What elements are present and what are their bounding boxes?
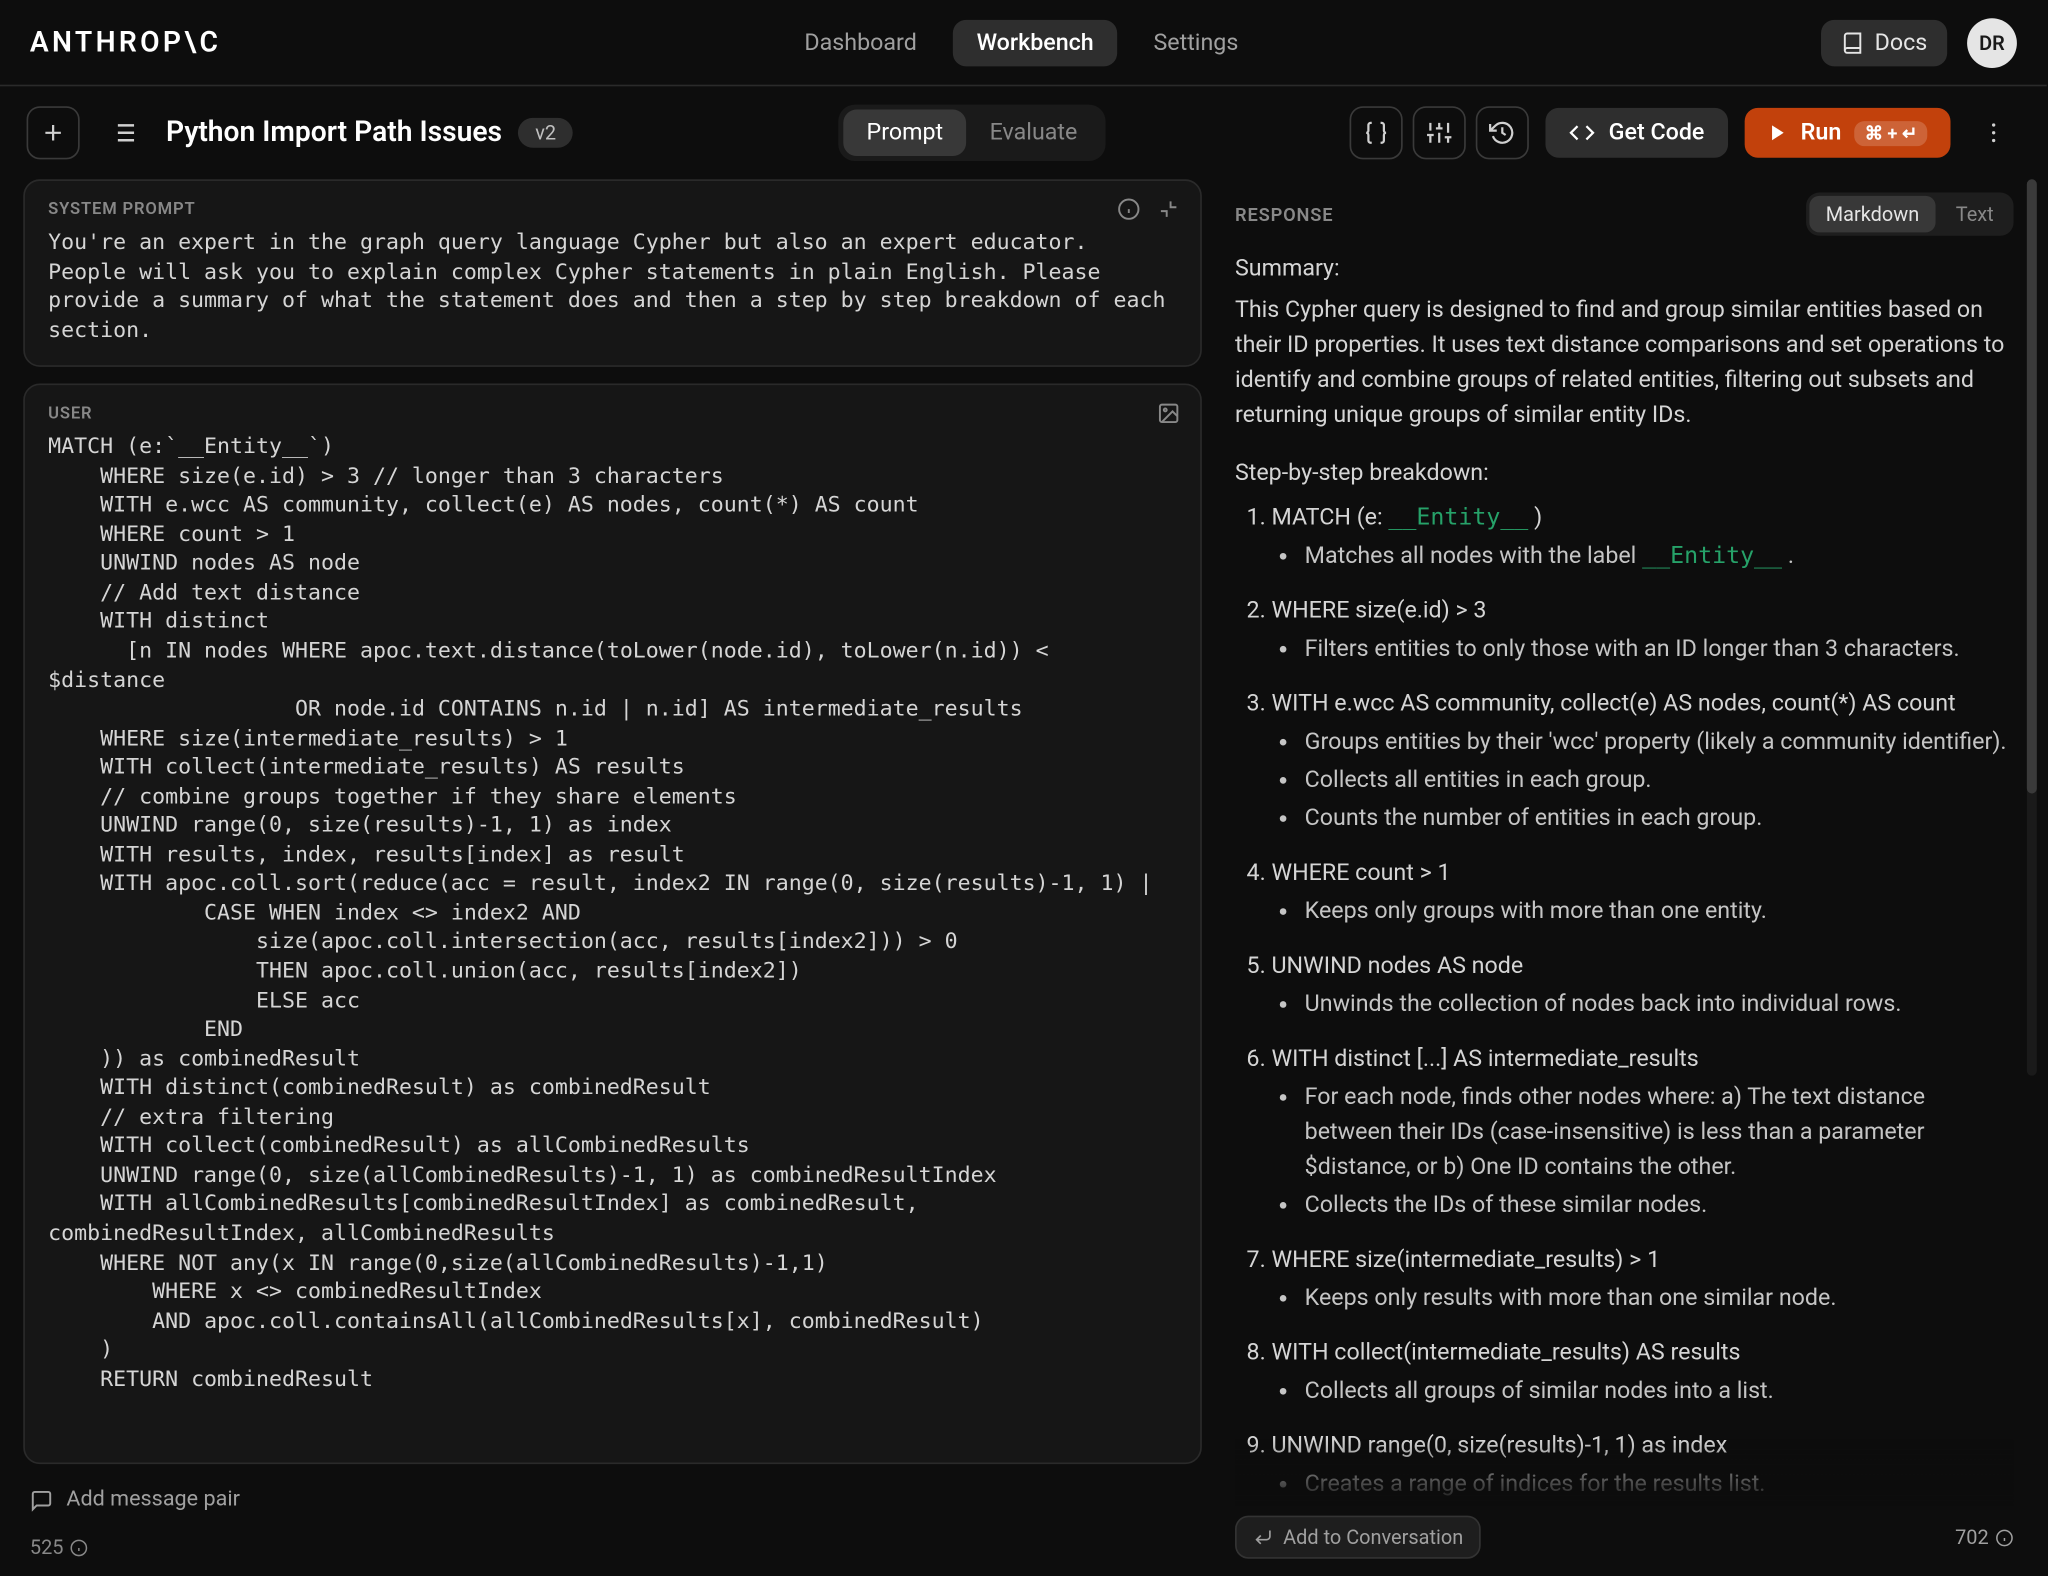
view-text[interactable]: Text: [1939, 196, 2010, 233]
step-bullet: Keeps only results with more than one si…: [1305, 1282, 2014, 1317]
info-icon[interactable]: [1117, 198, 1140, 221]
version-pill[interactable]: v2: [519, 118, 573, 148]
nav-settings[interactable]: Settings: [1130, 19, 1261, 65]
step-bullet: Counts the number of entities in each gr…: [1305, 802, 2014, 837]
book-icon: [1841, 31, 1864, 54]
step-item: WHERE size(intermediate_results) > 1Keep…: [1272, 1243, 2014, 1316]
scrollbar-thumb[interactable]: [2027, 179, 2037, 793]
step-item: WITH collect(intermediate_results) AS re…: [1272, 1336, 2014, 1409]
more-menu-button[interactable]: [1967, 106, 2020, 159]
step-item: UNWIND range(0, size(results)-1, 1) as i…: [1272, 1429, 2014, 1502]
step-bullet: Filters entities to only those with an I…: [1305, 632, 2014, 667]
chat-icon: [30, 1488, 53, 1511]
view-markdown[interactable]: Markdown: [1809, 196, 1936, 233]
step-bullet: Collects the IDs of these similar nodes.: [1305, 1189, 2014, 1224]
summary-heading: Summary:: [1235, 252, 2014, 287]
step-bullet: Keeps only groups with more than one ent…: [1305, 895, 2014, 930]
step-bullet: For each node, finds other nodes where: …: [1305, 1081, 2014, 1186]
step-item: UNWIND nodes AS nodeUnwinds the collecti…: [1272, 950, 2014, 1023]
get-code-button[interactable]: Get Code: [1546, 108, 1728, 158]
avatar[interactable]: DR: [1967, 17, 2017, 67]
toolbar: Python Import Path Issues v2 Prompt Eval…: [0, 86, 2047, 179]
settings-sliders-button[interactable]: [1413, 106, 1466, 159]
steps-list: MATCH (e: __Entity__ )Matches all nodes …: [1235, 501, 2014, 1505]
play-icon: [1767, 123, 1787, 143]
step-bullet: Creates a range of indices for the resul…: [1305, 1467, 2014, 1502]
tab-evaluate[interactable]: Evaluate: [966, 110, 1100, 156]
add-to-conversation-label: Add to Conversation: [1283, 1526, 1463, 1549]
new-prompt-button[interactable]: [27, 106, 80, 159]
docs-label: Docs: [1875, 29, 1928, 56]
step-item: WITH distinct [...] AS intermediate_resu…: [1272, 1042, 2014, 1223]
step-bullet: Collects all entities in each group.: [1305, 764, 2014, 799]
nav-workbench[interactable]: Workbench: [953, 19, 1117, 65]
nav-dashboard[interactable]: Dashboard: [781, 19, 940, 65]
info-icon[interactable]: [1995, 1528, 2013, 1546]
collapse-icon[interactable]: [1157, 198, 1180, 221]
brand-logo: ANTHROP\C: [30, 26, 221, 59]
view-toggle: Markdown Text: [1806, 193, 2014, 236]
system-prompt-panel: SYSTEM PROMPT You're an expert in the gr…: [23, 179, 1202, 367]
history-button[interactable]: [1476, 106, 1529, 159]
add-to-conversation-button[interactable]: Add to Conversation: [1235, 1516, 1481, 1559]
response-label: RESPONSE: [1235, 203, 1333, 225]
right-token-count: 702: [1955, 1526, 1989, 1549]
steps-heading: Step-by-step breakdown:: [1235, 457, 2014, 492]
user-label: USER: [48, 405, 1177, 423]
system-prompt-label: SYSTEM PROMPT: [48, 201, 1177, 219]
reply-icon: [1253, 1527, 1273, 1547]
add-message-pair-button[interactable]: Add message pair: [23, 1481, 1202, 1519]
step-item: WITH e.wcc AS community, collect(e) AS n…: [1272, 687, 2014, 836]
step-item: WHERE count > 1Keeps only groups with mo…: [1272, 857, 2014, 930]
docs-button[interactable]: Docs: [1821, 19, 1947, 65]
prompt-title[interactable]: Python Import Path Issues: [166, 116, 502, 149]
user-message-text[interactable]: MATCH (e:`__Entity__`) WHERE size(e.id) …: [48, 434, 1177, 1465]
run-shortcut: ⌘ + ↵: [1855, 120, 1928, 145]
top-nav: Dashboard Workbench Settings: [781, 19, 1261, 65]
code-icon: [1569, 120, 1596, 147]
run-button[interactable]: Run ⌘ + ↵: [1744, 108, 1950, 158]
summary-body: This Cypher query is designed to find an…: [1235, 294, 2014, 433]
image-icon[interactable]: [1157, 402, 1180, 425]
step-bullet: Groups entities by their 'wcc' property …: [1305, 725, 2014, 760]
step-item: MATCH (e: __Entity__ )Matches all nodes …: [1272, 501, 2014, 574]
top-bar: ANTHROP\C Dashboard Workbench Settings D…: [0, 0, 2047, 86]
left-token-count: 525: [30, 1536, 64, 1559]
get-code-label: Get Code: [1609, 120, 1705, 147]
step-item: WHERE size(e.id) > 3Filters entities to …: [1272, 594, 2014, 667]
tab-prompt[interactable]: Prompt: [843, 110, 966, 156]
info-icon[interactable]: [70, 1538, 88, 1556]
user-message-panel: USER MATCH (e:`__Entity__`) WHERE size(e…: [23, 384, 1202, 1464]
mode-tabs: Prompt Evaluate: [838, 105, 1105, 161]
add-message-pair-label: Add message pair: [66, 1487, 239, 1512]
prompt-list-button[interactable]: [96, 106, 149, 159]
run-label: Run: [1801, 120, 1842, 147]
response-body[interactable]: Summary: This Cypher query is designed to…: [1225, 252, 2023, 1505]
step-bullet: Unwinds the collection of nodes back int…: [1305, 988, 2014, 1023]
step-bullet: Collects all groups of similar nodes int…: [1305, 1374, 2014, 1409]
system-prompt-text[interactable]: You're an expert in the graph query lang…: [48, 229, 1177, 346]
step-bullet: Matches all nodes with the label __Entit…: [1305, 540, 2014, 575]
variables-button[interactable]: [1350, 106, 1403, 159]
